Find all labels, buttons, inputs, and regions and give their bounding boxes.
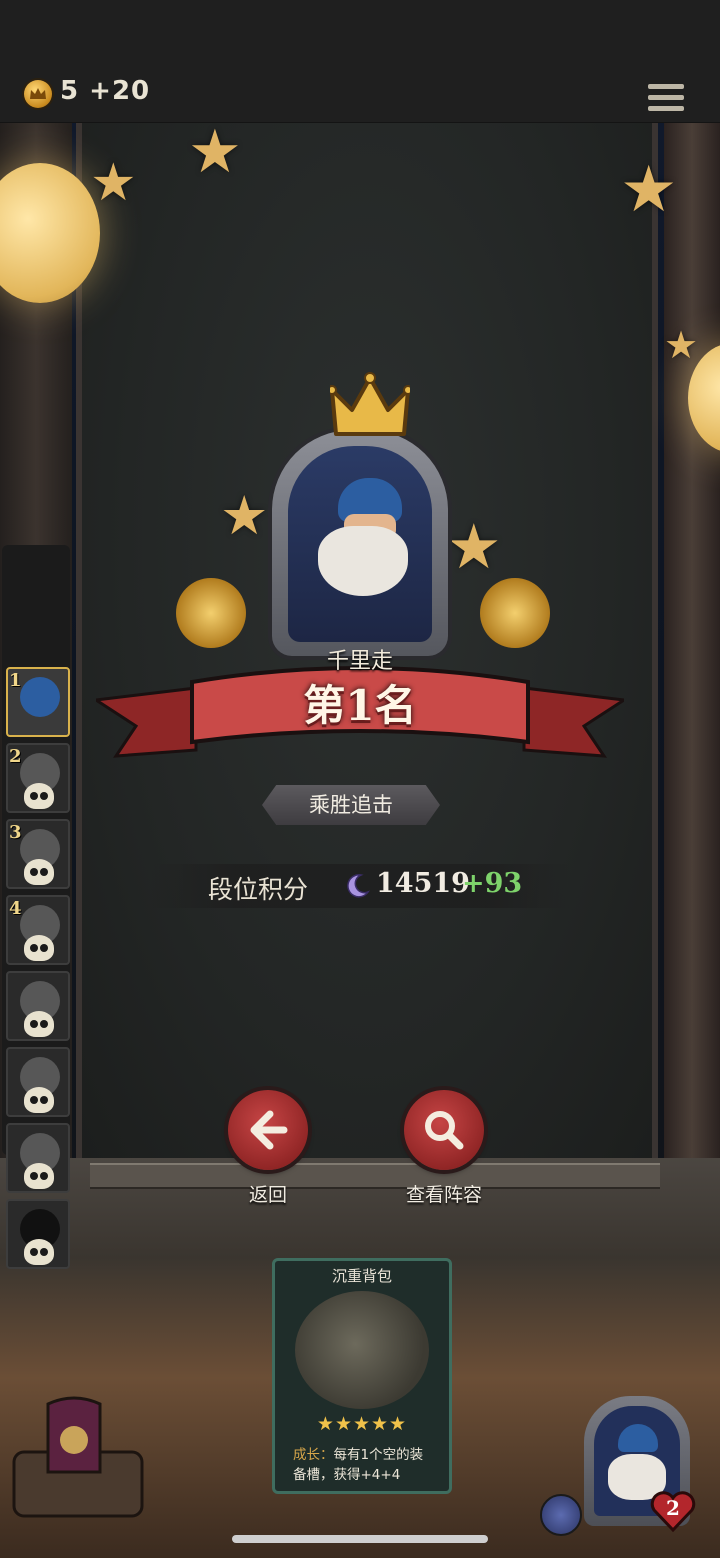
back-button-label[interactable]: 返回 (188, 1180, 348, 1207)
skull-icon (24, 783, 54, 809)
turban (618, 1424, 658, 1452)
skull-icon (24, 935, 54, 961)
hanging-star-icon: ★ (446, 510, 502, 583)
rank-title: 第1名 (303, 681, 417, 730)
player-name: 千里走 (326, 649, 393, 674)
rank-score-label: 段位积分 (208, 875, 309, 904)
item-card-description: 成长：每有1个空的装备槽，获得+4+4 (293, 1445, 433, 1485)
magnifier-icon (425, 1111, 464, 1150)
coin-amount: 5 (60, 76, 80, 106)
skull-icon (24, 1011, 54, 1037)
trumpet-icon (480, 578, 550, 648)
winner-portrait (272, 430, 448, 656)
item-card[interactable]: 沉重背包 ★★★★★ 成长：每有1个空的装备槽，获得+4+4 (272, 1258, 452, 1494)
rank-slot-7[interactable] (6, 1123, 70, 1193)
streak-badge-label: 乘胜追击 (309, 793, 393, 817)
rank-number: 1 (9, 670, 22, 691)
rank-score-delta: +93 (462, 868, 523, 899)
rank-slot-4[interactable]: 4 (6, 895, 70, 965)
rank-number: 4 (9, 898, 22, 919)
wizard-portrait (288, 446, 432, 642)
rank-slot-8[interactable] (6, 1199, 70, 1269)
shop-shelf-icon[interactable] (8, 1392, 148, 1522)
rank-slot-3[interactable]: 3 (6, 819, 70, 889)
menu-line (648, 95, 684, 100)
skull-icon (24, 1087, 54, 1113)
rank-slot-1[interactable]: 1 (6, 667, 70, 737)
menu-icon[interactable] (648, 84, 684, 116)
beard (318, 526, 408, 596)
crescent-moon-icon (347, 874, 371, 898)
star-decoration: ★ (188, 123, 242, 187)
rank-slot-5[interactable] (6, 971, 70, 1041)
back-button[interactable] (228, 1090, 308, 1170)
star-decoration: ★ (664, 323, 699, 367)
star-decoration: ★ (90, 153, 137, 213)
trumpet-icon (176, 578, 246, 648)
item-card-title: 沉重背包 (331, 1267, 392, 1285)
view-lineup-button-label[interactable]: 查看阵容 (364, 1180, 524, 1207)
item-star-rating: ★★★★★ (316, 1413, 408, 1435)
rank-score-value: 14519 (376, 868, 470, 899)
coin-bonus: +20 (89, 76, 151, 106)
item-desc-prefix: 成长： (293, 1447, 334, 1463)
ranking-list: 1 2 3 4 (2, 545, 70, 1193)
crown-icon (330, 372, 410, 436)
hanging-star-icon: ★ (220, 484, 269, 547)
rank-number: 3 (9, 822, 22, 843)
rank-number: 2 (9, 746, 22, 767)
lives-count: 2 (666, 1496, 680, 1520)
view-lineup-button[interactable] (404, 1090, 484, 1170)
skull-icon (24, 859, 54, 885)
coin-counter: 5 +20 (60, 76, 150, 106)
backpack-icon (295, 1291, 429, 1409)
rank-slot-6[interactable] (6, 1047, 70, 1117)
rank-slot-2[interactable]: 2 (6, 743, 70, 813)
skull-icon (24, 1163, 54, 1189)
top-bar: 5 +20 (0, 0, 720, 125)
menu-line (648, 84, 684, 89)
home-indicator[interactable] (232, 1535, 488, 1543)
arrow-left-icon (250, 1110, 288, 1150)
shield-icon (540, 1494, 582, 1536)
star-decoration: ★ (620, 153, 678, 227)
crown-coin-icon (24, 80, 52, 108)
player-avatar (20, 677, 60, 717)
skull-icon (24, 1239, 54, 1265)
menu-line (648, 106, 684, 111)
right-pillar (664, 123, 720, 1243)
